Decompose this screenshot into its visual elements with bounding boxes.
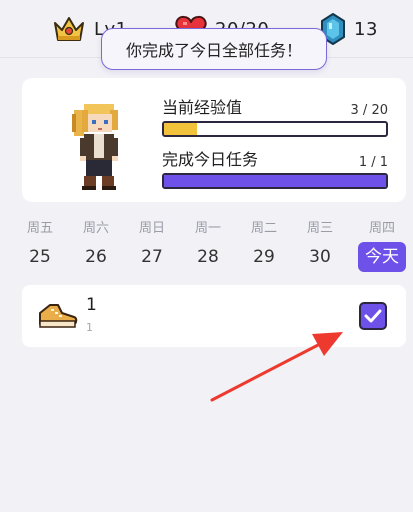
today-button[interactable]: 今天 (358, 242, 406, 272)
day-wed[interactable]: 周三 30 (296, 218, 344, 276)
task-progress-label: 完成今日任务 (162, 150, 259, 169)
day-tue[interactable]: 周二 29 (240, 218, 288, 276)
task-item[interactable]: 1 1 (22, 285, 406, 347)
task-progress-count: 1 / 1 (358, 155, 388, 170)
sneaker-icon (39, 304, 78, 328)
task-progress-bar-fill (164, 175, 386, 187)
date-label: 27 (141, 247, 163, 267)
date-label: 26 (85, 247, 107, 267)
day-sat[interactable]: 周六 26 (72, 218, 120, 276)
weekday-label: 周五 (26, 221, 53, 236)
week-strip: 周五 25 周六 26 周日 27 周一 28 周二 29 周三 30 周四 今… (12, 218, 412, 276)
weekday-label: 周四 (368, 221, 395, 236)
weekday-label: 周日 (138, 221, 165, 236)
toast-message: 你完成了今日全部任务！ (125, 41, 302, 60)
weekday-label: 周三 (306, 221, 333, 236)
day-sun[interactable]: 周日 27 (128, 218, 176, 276)
task-complete-checkbox[interactable] (359, 302, 387, 330)
date-label: 30 (309, 247, 331, 267)
xp-bar (162, 121, 388, 137)
day-fri[interactable]: 周五 25 (16, 218, 64, 276)
avatar (72, 104, 118, 190)
gem-stat: 13 (320, 13, 378, 45)
date-label: 25 (29, 247, 51, 267)
xp-bar-fill (164, 123, 198, 135)
weekday-label: 周二 (250, 221, 277, 236)
crown-icon (54, 17, 84, 41)
weekday-label: 周一 (194, 221, 221, 236)
gem-value: 13 (354, 18, 378, 40)
task-title: 1 (86, 295, 97, 315)
completion-toast: 你完成了今日全部任务！ (101, 28, 327, 70)
day-mon[interactable]: 周一 28 (184, 218, 232, 276)
task-subtitle: 1 (86, 321, 93, 334)
xp-count: 3 / 20 (350, 103, 388, 118)
xp-label: 当前经验值 (162, 98, 243, 117)
xp-progress: 当前经验值 3 / 20 (162, 96, 388, 137)
task-progress-bar (162, 173, 388, 189)
profile-card: 当前经验值 3 / 20 完成今日任务 1 / 1 (22, 78, 406, 202)
weekday-label: 周六 (82, 221, 109, 236)
date-label: 29 (253, 247, 275, 267)
day-today[interactable]: 周四 今天 (358, 218, 406, 276)
check-icon (364, 309, 382, 323)
date-label: 28 (197, 247, 219, 267)
task-progress: 完成今日任务 1 / 1 (162, 148, 388, 189)
